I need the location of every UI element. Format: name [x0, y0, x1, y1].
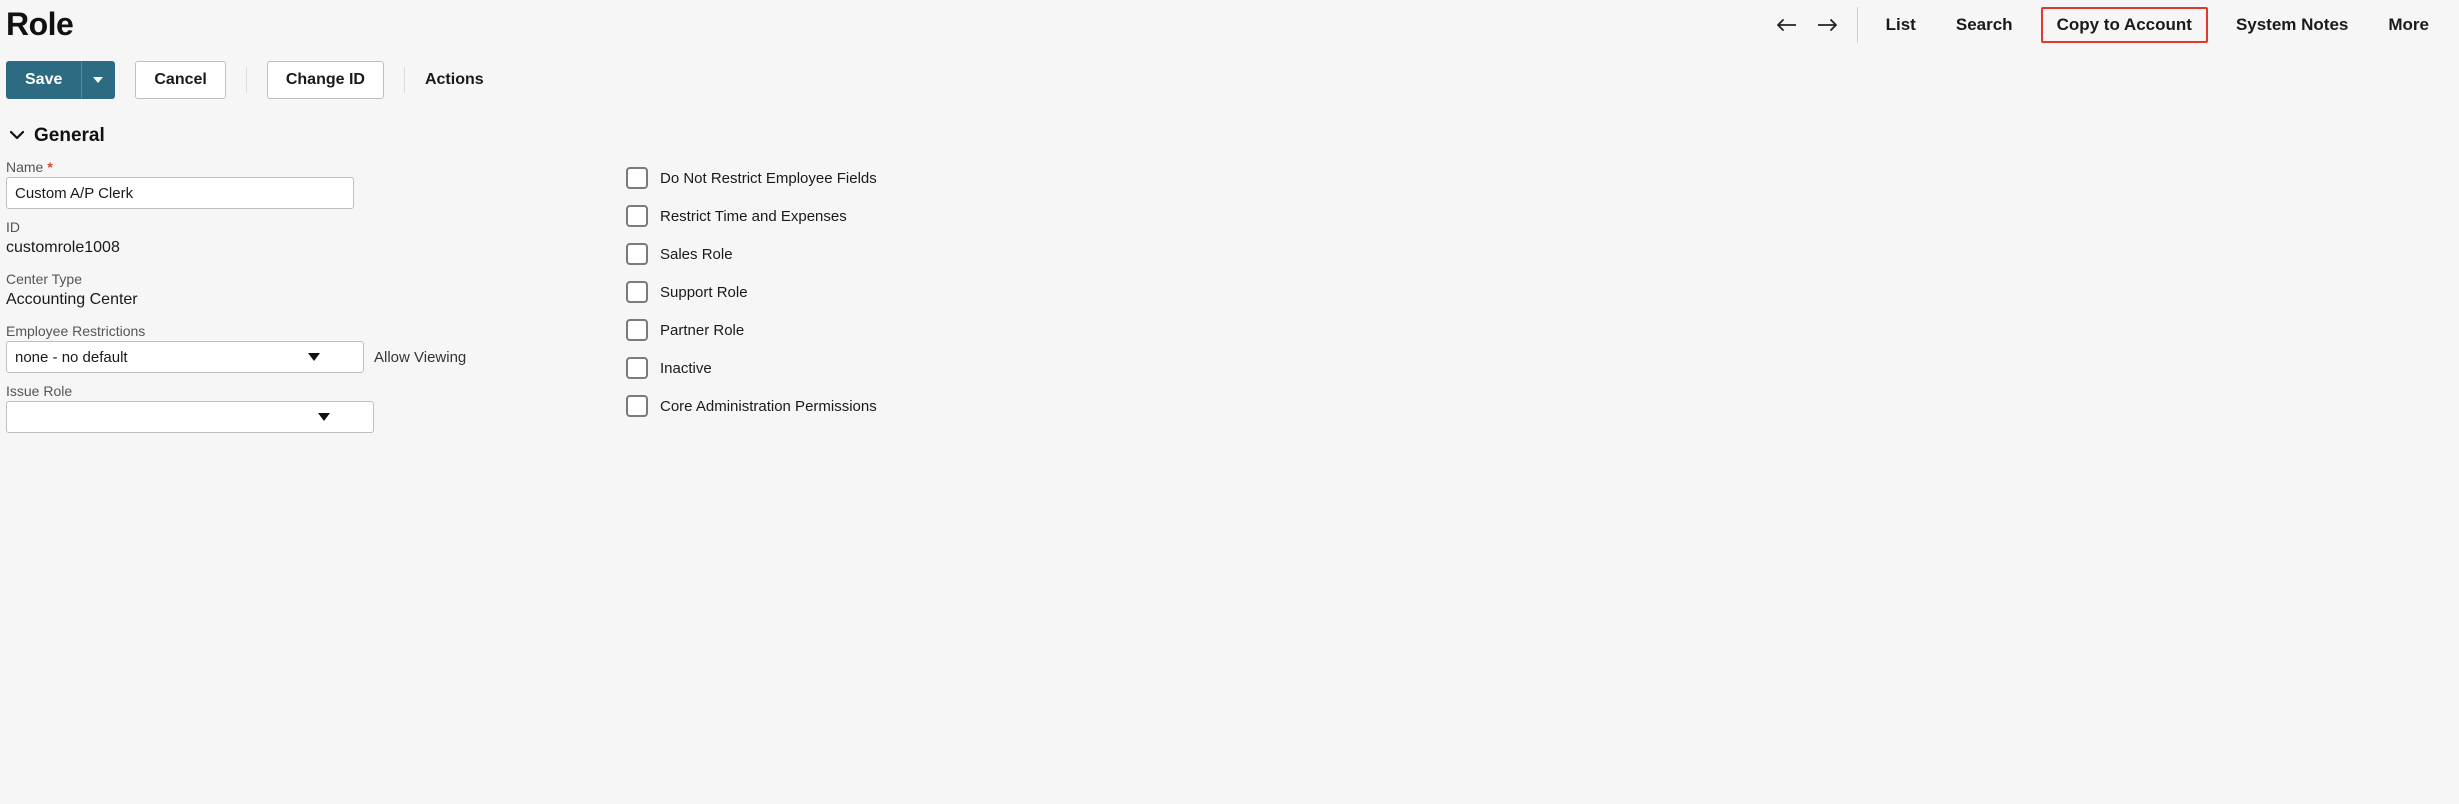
caret-down-icon [93, 77, 103, 83]
general-section-header[interactable]: General [0, 117, 2459, 155]
general-section-title: General [34, 125, 105, 147]
employee-restrictions-select[interactable]: none - no default [6, 341, 364, 373]
inactive-checkbox[interactable] [626, 357, 648, 379]
cancel-button[interactable]: Cancel [135, 61, 225, 99]
restrict-time-checkbox[interactable] [626, 205, 648, 227]
nav-back-button[interactable] [1765, 10, 1807, 40]
issue-role-select[interactable] [6, 401, 374, 433]
header-separator [1857, 7, 1858, 43]
name-label: Name [6, 159, 43, 175]
nav-more[interactable]: More [2368, 7, 2449, 43]
nav-copy-to-account[interactable]: Copy to Account [2041, 7, 2208, 43]
center-type-label: Center Type [6, 271, 82, 287]
save-button-group: Save [6, 61, 115, 99]
save-button[interactable]: Save [6, 61, 81, 99]
change-id-button[interactable]: Change ID [267, 61, 384, 99]
nav-forward-button[interactable] [1807, 10, 1849, 40]
save-split-button[interactable] [81, 61, 115, 99]
restrict-time-label: Restrict Time and Expenses [660, 208, 847, 225]
nav-system-notes[interactable]: System Notes [2216, 7, 2368, 43]
do-not-restrict-checkbox[interactable] [626, 167, 648, 189]
sales-role-checkbox[interactable] [626, 243, 648, 265]
name-input[interactable] [6, 177, 354, 209]
nav-list[interactable]: List [1866, 7, 1936, 43]
arrow-left-icon [1776, 19, 1796, 31]
actions-menu[interactable]: Actions [425, 71, 484, 89]
toolbar-separator [404, 67, 405, 93]
toolbar-separator [246, 67, 247, 93]
core-admin-checkbox[interactable] [626, 395, 648, 417]
partner-role-label: Partner Role [660, 322, 744, 339]
issue-role-label: Issue Role [6, 383, 72, 399]
support-role-label: Support Role [660, 284, 748, 301]
do-not-restrict-label: Do Not Restrict Employee Fields [660, 170, 877, 187]
partner-role-checkbox[interactable] [626, 319, 648, 341]
header-actions: List Search Copy to Account System Notes… [1765, 7, 2449, 43]
page-title: Role [6, 6, 73, 43]
support-role-checkbox[interactable] [626, 281, 648, 303]
id-label: ID [6, 219, 20, 235]
required-asterisk: * [47, 159, 52, 175]
nav-search[interactable]: Search [1936, 7, 2033, 43]
core-admin-label: Core Administration Permissions [660, 398, 877, 415]
chevron-down-icon [10, 127, 24, 145]
employee-restrictions-value: none - no default [15, 349, 128, 366]
inactive-label: Inactive [660, 360, 712, 377]
sales-role-label: Sales Role [660, 246, 733, 263]
allow-viewing-label: Allow Viewing [374, 349, 466, 366]
arrow-right-icon [1818, 19, 1838, 31]
id-value: customrole1008 [6, 237, 506, 261]
employee-restrictions-label: Employee Restrictions [6, 323, 145, 339]
center-type-value: Accounting Center [6, 289, 506, 313]
